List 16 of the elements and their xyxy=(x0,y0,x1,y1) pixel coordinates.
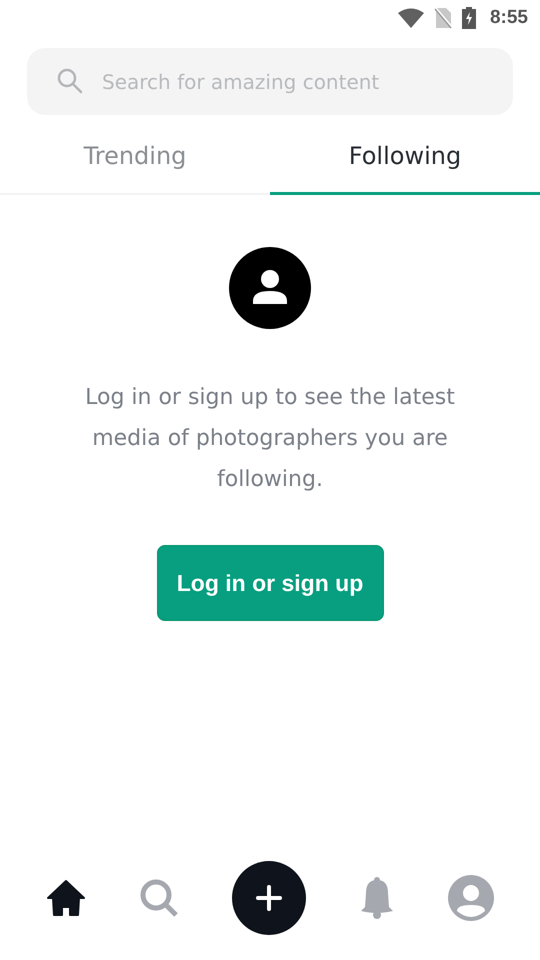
tab[interactable]: Trending xyxy=(0,119,270,195)
search-field[interactable]: Search for amazing content xyxy=(27,48,513,115)
tab[interactable]: Following xyxy=(270,119,540,195)
no-sim-icon xyxy=(434,7,452,29)
user-avatar-icon xyxy=(229,247,311,329)
battery-charging-icon xyxy=(462,7,476,29)
search-icon[interactable] xyxy=(139,878,180,918)
wifi-icon xyxy=(398,8,424,28)
profile-icon[interactable] xyxy=(448,875,494,921)
login-button[interactable]: Log in or sign up xyxy=(156,545,384,621)
search-icon xyxy=(57,68,83,94)
empty-state-message: Log in or sign up to see the latest media of photographers you are following. xyxy=(84,384,456,494)
bell-icon[interactable] xyxy=(358,877,395,919)
plus-icon xyxy=(256,885,282,911)
status-time: 8:55 xyxy=(490,7,528,29)
home-icon[interactable] xyxy=(46,878,86,918)
